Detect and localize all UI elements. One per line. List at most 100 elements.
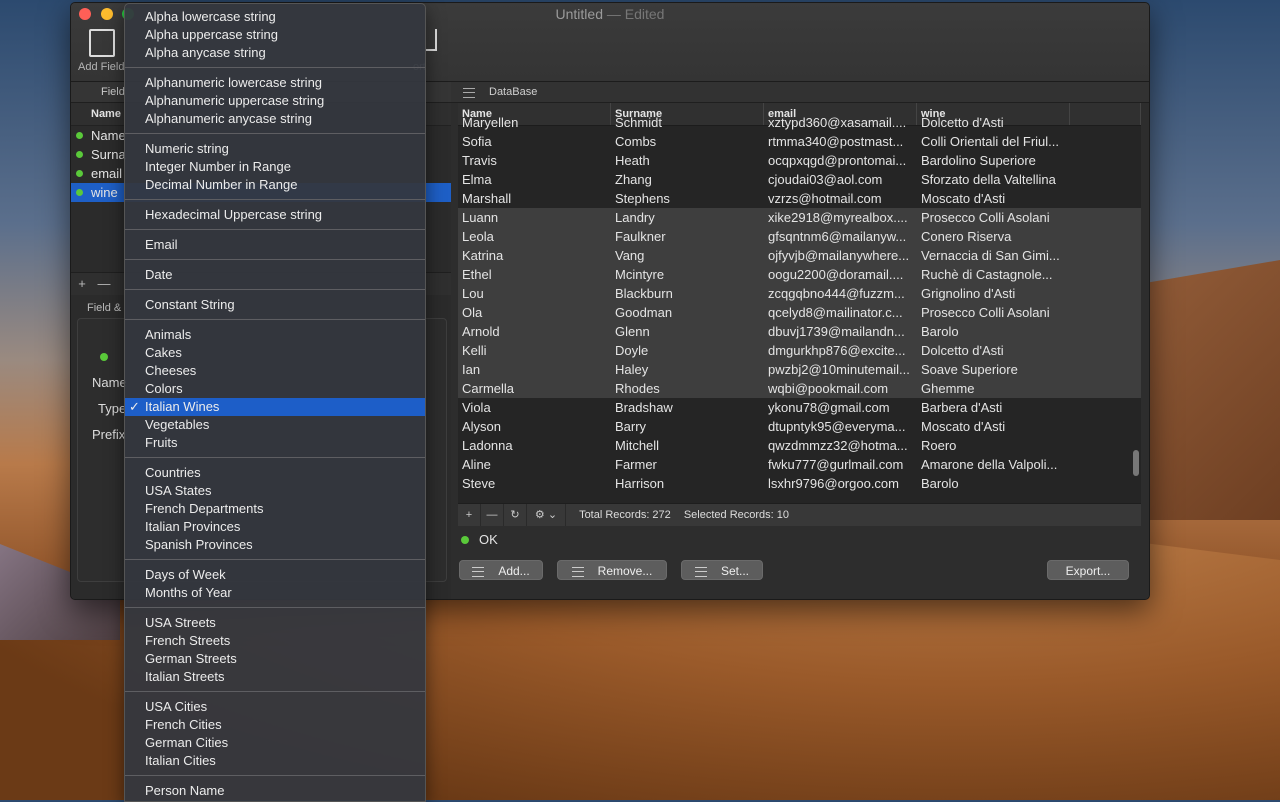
menu-item[interactable]: Days of Week (125, 566, 425, 584)
menu-item[interactable]: Alpha uppercase string (125, 26, 425, 44)
table-cell: Aline (462, 457, 491, 472)
table-row[interactable]: Katrina Vang ojfyvjb@mailanywhere... Vernac… (458, 246, 1141, 265)
menu-item[interactable]: Fruits (125, 434, 425, 452)
menu-item[interactable]: Person Name (125, 782, 425, 800)
menu-item[interactable]: Alpha anycase string (125, 44, 425, 62)
table-cell: Moscato d'Asti (921, 191, 1006, 206)
table-cell: Amarone della Valpoli... (921, 457, 1058, 472)
menu-item[interactable]: USA Cities (125, 698, 425, 716)
table-cell: Ladonna (462, 438, 513, 453)
menu-item[interactable]: ✓ Italian Wines (125, 398, 425, 416)
add-record-icon[interactable]: + (458, 504, 481, 526)
menu-item[interactable]: USA Streets (125, 614, 425, 632)
table-row[interactable]: Ethel Mcintyre oogu2200@doramail.... Ruchè … (458, 265, 1141, 284)
menu-item[interactable]: Decimal Number in Range (125, 176, 425, 194)
table-row[interactable]: Lou Blackburn zcqgqbno444@fuzzm... Grignoli… (458, 284, 1141, 303)
menu-item[interactable]: Email (125, 236, 425, 254)
set-button[interactable]: Set... (681, 560, 763, 580)
menu-item[interactable]: French Cities (125, 716, 425, 734)
table-row[interactable]: Carmella Rhodes wqbi@pookmail.com Ghemme (458, 379, 1141, 398)
menu-item[interactable]: Alpha lowercase string (125, 8, 425, 26)
table-row[interactable]: Marshall Stephens vzrzs@hotmail.com Moscato… (458, 189, 1141, 208)
list-icon[interactable] (463, 88, 475, 98)
menu-separator (125, 289, 425, 290)
table-row[interactable]: Sofia Combs rtmma340@postmast... Colli Orie… (458, 132, 1141, 151)
menu-item[interactable]: Hexadecimal Uppercase string (125, 206, 425, 224)
menu-separator (125, 691, 425, 692)
database-title: DataBase (489, 86, 538, 98)
total-records: Total Records: 272 (579, 509, 671, 521)
type-dropdown-menu[interactable]: Alpha lowercase string Alpha uppercase st… (124, 3, 426, 802)
table-cell: Faulkner (615, 229, 666, 244)
table-row[interactable]: Ian Haley pwzbj2@10minutemail... Soave Supe… (458, 360, 1141, 379)
table-row[interactable]: Ola Goodman qcelyd8@mailinator.c... Prosecc… (458, 303, 1141, 322)
menu-item[interactable]: Vegetables (125, 416, 425, 434)
menu-separator (125, 259, 425, 260)
menu-item[interactable]: Alphanumeric lowercase string (125, 74, 425, 92)
table-cell: Mitchell (615, 438, 660, 453)
menu-item[interactable]: Months of Year (125, 584, 425, 602)
table-cell: xztypd360@xasamail.... (768, 115, 907, 130)
menu-item[interactable]: Italian Streets (125, 668, 425, 686)
add-field-button[interactable]: + (71, 273, 93, 295)
table-row[interactable]: Elma Zhang cjoudai03@aol.com Sforzato della… (458, 170, 1141, 189)
table-row[interactable]: Leola Faulkner gfsqntnm6@mailanyw... Conero… (458, 227, 1141, 246)
menu-item[interactable]: Constant String (125, 296, 425, 314)
refresh-icon[interactable]: ↻ (504, 504, 527, 526)
menu-item[interactable]: Cakes (125, 344, 425, 362)
table-cell: Doyle (615, 343, 649, 358)
table-row[interactable]: Alyson Barry dtupntyk95@everyma... Moscato … (458, 417, 1141, 436)
table-row[interactable]: Aline Farmer fwku777@gurlmail.com Amarone d… (458, 455, 1141, 474)
table-cell: Carmella (462, 381, 515, 396)
menu-item[interactable]: Spanish Provinces (125, 536, 425, 554)
remove-button[interactable]: Remove... (557, 560, 667, 580)
menu-item[interactable]: Animals (125, 326, 425, 344)
remove-field-button[interactable]: — (93, 273, 115, 295)
menu-item[interactable]: Alphanumeric anycase string (125, 110, 425, 128)
table-row[interactable]: Arnold Glenn dbuvj1739@mailandn... Barolo (458, 322, 1141, 341)
records-table[interactable]: Name Surname email wine Maryellen Schmidt… (458, 103, 1141, 503)
table-row[interactable]: Luann Landry xike2918@myrealbox.... Prosecc… (458, 208, 1141, 227)
menu-item[interactable]: Italian Cities (125, 752, 425, 770)
vertical-scrollbar[interactable] (1133, 450, 1139, 476)
menu-item[interactable]: Cheeses (125, 362, 425, 380)
table-row[interactable]: Maryellen Schmidt xztypd360@xasamail.... Do… (458, 113, 1141, 132)
table-cell: ojfyvjb@mailanywhere... (768, 248, 910, 263)
table-row[interactable]: Steve Harrison lsxhr9796@orgoo.com Barolo (458, 474, 1141, 493)
export-button[interactable]: Export... (1047, 560, 1129, 580)
menu-item[interactable]: Alphanumeric uppercase string (125, 92, 425, 110)
menu-item[interactable]: Date (125, 266, 425, 284)
add-field-icon[interactable] (89, 29, 115, 57)
menu-item-label: Days of Week (145, 567, 226, 582)
menu-item[interactable]: German Streets (125, 650, 425, 668)
menu-item[interactable]: Colors (125, 380, 425, 398)
add-field-label[interactable]: Add Field (78, 61, 124, 73)
list-icon (694, 566, 707, 577)
menu-item[interactable]: Italian Provinces (125, 518, 425, 536)
status-dot (461, 536, 469, 544)
export-icon[interactable] (425, 29, 437, 51)
menu-item[interactable]: French Departments (125, 500, 425, 518)
table-cell: Maryellen (462, 115, 519, 130)
table-row[interactable]: Ladonna Mitchell qwzdmmzz32@hotma... Roero (458, 436, 1141, 455)
menu-item-label: Decimal Number in Range (145, 177, 298, 192)
field-status-dot (76, 151, 83, 158)
menu-item-label: Italian Wines (145, 399, 220, 414)
menu-item-label: French Cities (145, 717, 222, 732)
table-row[interactable]: Viola Bradshaw ykonu78@gmail.com Barbera d'… (458, 398, 1141, 417)
table-cell: Barolo (921, 476, 959, 491)
menu-item[interactable]: Numeric string (125, 140, 425, 158)
menu-item[interactable]: French Streets (125, 632, 425, 650)
remove-record-icon[interactable]: — (481, 504, 504, 526)
table-row[interactable]: Travis Heath ocqpxqgd@prontomai... Bardolin… (458, 151, 1141, 170)
menu-item[interactable]: Integer Number in Range (125, 158, 425, 176)
gear-icon[interactable]: ⚙ ⌄ (527, 504, 566, 526)
table-row[interactable]: Kelli Doyle dmgurkhp876@excite... Dolcetto … (458, 341, 1141, 360)
menu-item[interactable]: German Cities (125, 734, 425, 752)
menu-item-label: Months of Year (145, 585, 232, 600)
menu-item-label: USA Streets (145, 615, 216, 630)
add-button[interactable]: Add... (459, 560, 543, 580)
menu-item[interactable]: USA States (125, 482, 425, 500)
menu-item[interactable]: Countries (125, 464, 425, 482)
status-text: OK (479, 532, 498, 547)
